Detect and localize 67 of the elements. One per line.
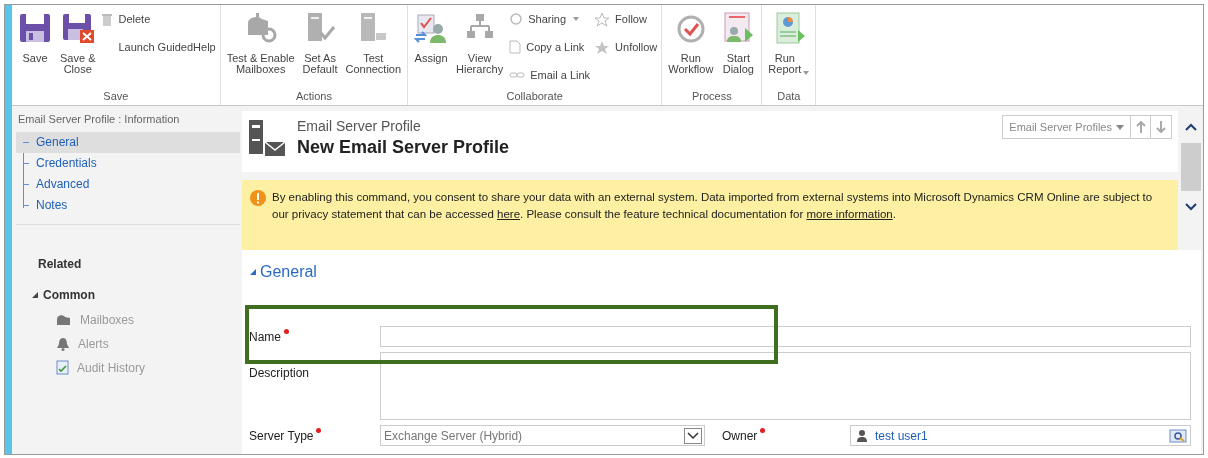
field-label: Server Type [249,427,314,445]
up-arrow-icon [1135,121,1146,133]
expanded-triangle-icon [250,269,256,275]
ribbon-button[interactable]: Run Workflow [666,8,716,75]
bell-icon [56,336,70,351]
warning-icon [250,190,266,206]
ribbon-button[interactable]: Run Report [766,8,812,75]
down-arrow-icon [1156,121,1166,133]
dropdown-field[interactable]: Exchange Server (Hybrid) [380,425,705,446]
ribbon-button[interactable]: Follow [594,9,658,29]
ribbon-button[interactable]: Save [16,8,54,64]
server-envelope-icon [248,119,286,159]
ribbon-button[interactable]: Start Dialog [719,8,758,75]
ribbon-button[interactable]: Email a Link [509,65,591,85]
ribbon-button[interactable]: Set As Default [300,8,340,75]
ribbon-button[interactable]: Unfollow [594,37,658,57]
scroll-up-icon[interactable] [1185,123,1197,131]
input-field[interactable] [380,326,1191,347]
floppy-disk-close-icon [60,11,95,45]
group-label: Process [690,89,733,104]
group-label: Actions [294,89,333,104]
lookup-field[interactable]: test user1 [850,425,1191,446]
group-label: Collaborate [505,89,564,104]
group-label: Data [776,89,802,104]
chain-link-icon [509,70,526,80]
field-label: Owner [722,427,758,445]
ribbon-button[interactable]: Copy a Link [509,37,591,57]
record-title: New Email Server Profile [297,136,510,159]
notice-text: By enabling this command, you consent to share your data with an external system. Data imported from external systems into Microsoft Dynamics CRM Online are subject to our privacy statement that can be accessed here. Please consult the feature technical documentation for more information. [272,190,1154,222]
sharing-circle-icon [509,12,524,26]
group-toggle[interactable]: Common [16,285,95,304]
expanded-triangle-icon [32,291,38,298]
nav-link[interactable]: General [16,131,240,153]
section-heading: Related [37,255,83,273]
ribbon-button[interactable]: Test Connection [343,8,404,75]
trash-icon [101,12,114,26]
ribbon-button[interactable]: Assign [412,8,451,64]
ribbon-button[interactable]: View Hierarchy [454,8,506,75]
group-label: Save [102,89,130,104]
ribbon-button[interactable]: Sharing [509,9,591,29]
owner-link[interactable]: test user1 [875,426,928,445]
ribbon-button[interactable]: Delete [101,9,216,29]
link[interactable]: here [497,208,521,220]
link[interactable]: more information [806,208,893,220]
star-icon [594,39,611,55]
star-outline-icon [594,11,611,27]
assign-person-icon [414,11,449,45]
ribbon-button[interactable]: Save & Close [58,8,98,75]
entity-name: Email Server Profile [297,117,422,135]
document-check-icon [56,360,69,375]
dropdown-chevron-icon [684,427,702,444]
field-label: Name [249,328,281,346]
section-toggle[interactable]: General [250,260,317,284]
nav-link[interactable]: Notes [16,194,240,216]
nav-link[interactable]: Advanced [16,173,240,195]
scroll-down-icon[interactable] [1185,203,1197,211]
sidebar-title: Email Server Profile : Information [17,112,181,127]
dropdown-caret-icon [1116,124,1124,130]
mailboxes-icon [56,312,72,327]
ribbon-button[interactable]: Launch GuidedHelp [101,37,216,57]
field-label: Description [249,365,311,382]
person-icon [857,429,867,442]
ribbon-button[interactable]: Test & Enable Mailboxes [224,8,297,75]
text-area[interactable] [380,352,1191,420]
nav-link[interactable]: Credentials [16,152,240,174]
lookup-search-icon[interactable] [1169,427,1187,444]
page-icon [509,40,522,54]
